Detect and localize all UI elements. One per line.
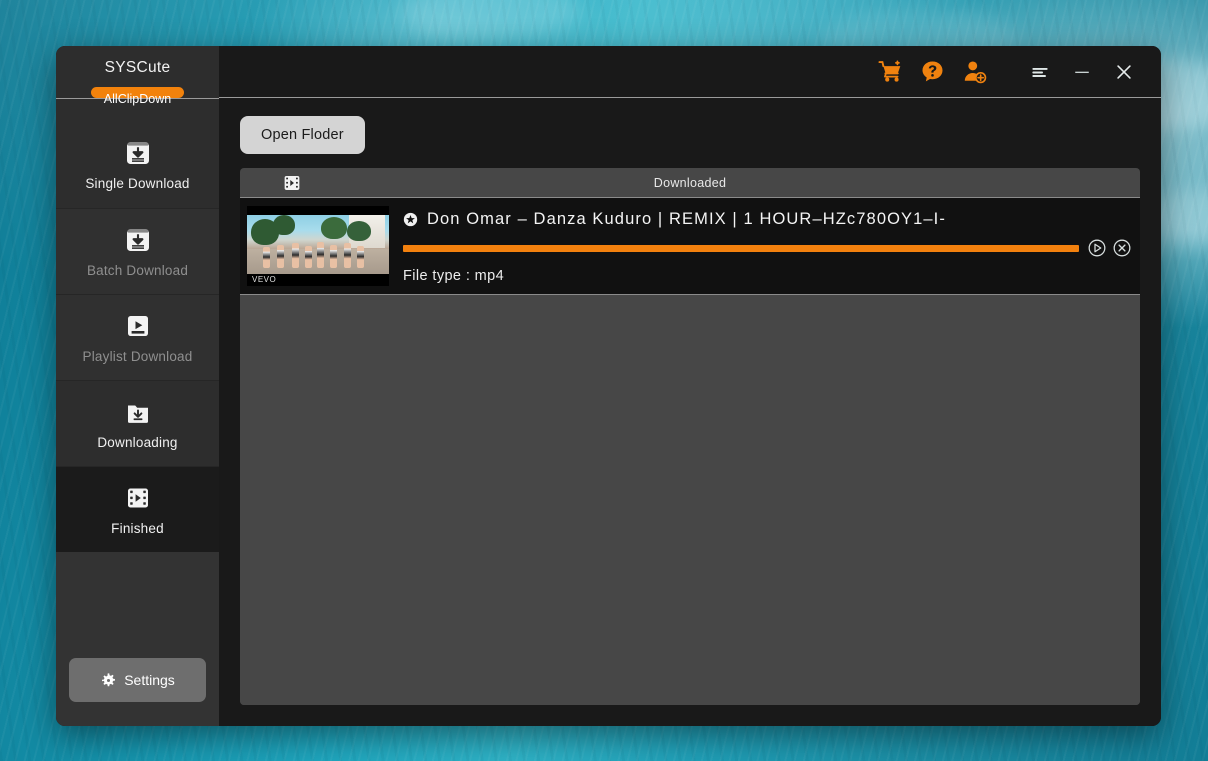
thumbnail-figure — [317, 242, 324, 268]
gear-icon — [100, 672, 117, 689]
brand-name: SYSCute — [105, 59, 171, 77]
download-item-title-row: Don Omar – Danza Kuduro | REMIX | 1 HOUR… — [403, 210, 1132, 229]
sidebar-item-label: Downloading — [97, 435, 177, 450]
download-box-icon — [124, 139, 152, 167]
thumbnail-figure — [357, 246, 364, 268]
download-progress-row — [403, 238, 1132, 258]
thumbnail-scene — [247, 215, 389, 274]
brand-badge: AllClipDown — [91, 87, 184, 98]
download-item[interactable]: VEVO Don Omar – Danza Kudur — [240, 198, 1140, 295]
thumbnail-figure — [277, 245, 284, 269]
settings-area: Settings — [56, 658, 219, 726]
playlist-video-icon — [124, 312, 152, 340]
application-window: SYSCute AllClipDown — [56, 46, 1161, 726]
sidebar-item-downloading[interactable]: Downloading — [56, 380, 219, 466]
sidebar-item-batch-download[interactable]: Batch Download — [56, 208, 219, 294]
download-item-body: Don Omar – Danza Kuduro | REMIX | 1 HOUR… — [403, 206, 1132, 284]
sidebar-item-label: Playlist Download — [83, 349, 193, 364]
download-item-filetype: File type : mp4 — [403, 268, 1132, 284]
thumbnail-figure — [292, 243, 299, 268]
sidebar-item-label: Finished — [111, 521, 164, 536]
main-area: Open Floder — [219, 46, 1161, 726]
download-item-title: Don Omar – Danza Kuduro | REMIX | 1 HOUR… — [427, 210, 946, 229]
sidebar-item-single-download[interactable]: Single Download — [56, 122, 219, 208]
help-icon[interactable] — [911, 51, 953, 93]
thumbnail-foliage — [347, 221, 371, 241]
settings-button-label: Settings — [124, 672, 175, 688]
sidebar: SYSCute AllClipDown — [56, 46, 219, 726]
download-box-icon — [124, 226, 152, 254]
downloads-panel: Downloaded — [240, 168, 1140, 705]
sidebar-item-label: Single Download — [85, 176, 189, 191]
downloads-list-empty-area — [240, 295, 1140, 705]
download-progress-bar — [403, 245, 1079, 252]
thumbnail-figure — [305, 246, 312, 268]
minimize-icon[interactable] — [1061, 51, 1103, 93]
download-folder-icon — [124, 398, 152, 426]
downloads-list: VEVO Don Omar – Danza Kudur — [240, 198, 1140, 705]
panel-header-title: Downloaded — [240, 176, 1140, 190]
toolbar: Open Floder — [219, 98, 1161, 168]
sidebar-spacer — [56, 552, 219, 658]
panel-header: Downloaded — [240, 168, 1140, 198]
sidebar-nav: Single Download Batch Download — [56, 122, 219, 552]
titlebar — [219, 46, 1161, 98]
sidebar-item-label: Batch Download — [87, 263, 188, 278]
close-icon[interactable] — [1103, 51, 1145, 93]
cart-icon[interactable] — [869, 51, 911, 93]
star-circle-icon — [403, 212, 418, 227]
thumbnail-figure — [263, 247, 270, 268]
thumbnail-foliage — [273, 215, 295, 235]
sidebar-item-playlist-download[interactable]: Playlist Download — [56, 294, 219, 380]
thumbnail-figure — [344, 243, 351, 268]
menu-icon[interactable] — [1019, 51, 1061, 93]
settings-button[interactable]: Settings — [69, 658, 206, 702]
wallpaper-foam — [400, 0, 580, 40]
sidebar-item-finished[interactable]: Finished — [56, 466, 219, 552]
film-strip-icon — [283, 174, 301, 192]
desktop-background: SYSCute AllClipDown — [0, 0, 1208, 761]
download-item-actions — [1087, 238, 1132, 258]
play-circle-icon[interactable] — [1087, 238, 1107, 258]
thumbnail-foliage — [321, 217, 347, 239]
video-thumbnail: VEVO — [247, 206, 389, 286]
open-folder-button[interactable]: Open Floder — [240, 116, 365, 154]
thumbnail-figure — [330, 245, 337, 269]
film-strip-icon — [124, 484, 152, 512]
close-circle-icon[interactable] — [1112, 238, 1132, 258]
add-user-icon[interactable] — [953, 51, 995, 93]
thumbnail-logo: VEVO — [252, 275, 276, 284]
download-progress-fill — [403, 245, 1079, 252]
